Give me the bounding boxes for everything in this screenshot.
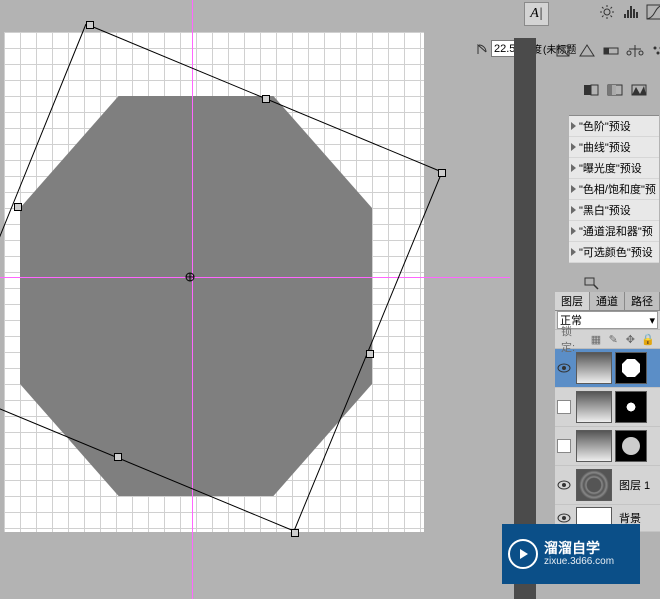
transform-handle[interactable] bbox=[366, 350, 374, 358]
tab-layers[interactable]: 图层 bbox=[555, 292, 590, 310]
lock-position-icon[interactable]: ✥ bbox=[625, 333, 636, 345]
disclosure-triangle-icon bbox=[571, 185, 576, 193]
dropdown-icon: ▾ bbox=[649, 314, 655, 327]
octagon-shape[interactable] bbox=[20, 96, 372, 496]
adjustment-icons-row3 bbox=[582, 82, 648, 98]
preset-label: "曝光度"预设 bbox=[579, 160, 642, 176]
threshold-icon[interactable] bbox=[630, 82, 648, 98]
play-icon bbox=[508, 539, 538, 569]
tab-paths[interactable]: 路径 bbox=[625, 292, 660, 310]
layer-mask-thumbnail[interactable] bbox=[615, 352, 647, 384]
visibility-checkbox[interactable] bbox=[557, 439, 571, 453]
eye-icon[interactable] bbox=[557, 363, 571, 373]
adjustment-icons-row2 bbox=[554, 43, 660, 59]
layers-panel: 图层 通道 路径 正常 ▾ 锁定: ▦ ✎ ✥ 🔒 bbox=[555, 292, 660, 532]
transform-handle[interactable] bbox=[262, 95, 270, 103]
watermark-url: zixue.3d66.com bbox=[544, 556, 614, 568]
preset-panel: "色阶"预设 "曲线"预设 "曝光度"预设 "色相/饱和度"预 "黑白"预设 "… bbox=[569, 115, 659, 263]
layer-mask-thumbnail[interactable] bbox=[615, 430, 647, 462]
layer-row[interactable] bbox=[555, 388, 660, 427]
lock-label: 锁定: bbox=[561, 323, 584, 355]
preset-curves[interactable]: "曲线"预设 bbox=[569, 137, 659, 158]
preset-hue[interactable]: "色相/饱和度"预 bbox=[569, 179, 659, 200]
layer-thumbnail[interactable] bbox=[576, 430, 612, 462]
lock-pixels-icon[interactable]: ✎ bbox=[608, 333, 619, 345]
preset-label: "通道混和器"预 bbox=[579, 223, 653, 239]
preset-channelmixer[interactable]: "通道混和器"预 bbox=[569, 221, 659, 242]
exposure-icon[interactable] bbox=[554, 43, 572, 59]
eye-icon[interactable] bbox=[557, 480, 571, 490]
horizontal-guide[interactable] bbox=[0, 277, 510, 278]
posterize-icon[interactable] bbox=[606, 82, 624, 98]
layer-row[interactable]: 图层 1 bbox=[555, 466, 660, 505]
disclosure-triangle-icon bbox=[571, 164, 576, 172]
transform-handle[interactable] bbox=[438, 169, 446, 177]
preset-bw[interactable]: "黑白"预设 bbox=[569, 200, 659, 221]
watermark: 溜溜自学 zixue.3d66.com bbox=[502, 524, 640, 584]
layer-thumbnail[interactable] bbox=[576, 352, 612, 384]
invert-icon[interactable] bbox=[582, 82, 600, 98]
disclosure-triangle-icon bbox=[571, 143, 576, 151]
lock-transparency-icon[interactable]: ▦ bbox=[590, 333, 601, 345]
preset-selectivecolor[interactable]: "可选颜色"预设 bbox=[569, 242, 659, 263]
transform-handle[interactable] bbox=[114, 453, 122, 461]
type-tool-icon: A| bbox=[530, 6, 542, 22]
transform-handle[interactable] bbox=[86, 21, 94, 29]
transform-handle[interactable] bbox=[14, 203, 22, 211]
disclosure-triangle-icon bbox=[571, 122, 576, 130]
vibrance-icon[interactable] bbox=[578, 43, 596, 59]
layer-row[interactable] bbox=[555, 427, 660, 466]
preset-exposure[interactable]: "曝光度"预设 bbox=[569, 158, 659, 179]
disclosure-triangle-icon bbox=[571, 227, 576, 235]
curves-icon[interactable] bbox=[646, 4, 660, 20]
eye-icon[interactable] bbox=[557, 513, 571, 523]
type-tool-button[interactable]: A| bbox=[524, 2, 549, 26]
vertical-guide[interactable] bbox=[192, 0, 193, 599]
preset-label: "可选颜色"预设 bbox=[579, 244, 653, 260]
transform-handle[interactable] bbox=[291, 529, 299, 537]
brightness-icon[interactable] bbox=[598, 4, 616, 20]
rotate-angle-icon bbox=[475, 41, 491, 57]
tab-channels[interactable]: 通道 bbox=[590, 292, 625, 310]
preset-label: "色阶"预设 bbox=[579, 118, 631, 134]
layer-thumbnail[interactable] bbox=[576, 469, 612, 501]
preset-label: "曲线"预设 bbox=[579, 139, 631, 155]
visibility-checkbox[interactable] bbox=[557, 400, 571, 414]
preset-label: "黑白"预设 bbox=[579, 202, 631, 218]
layer-thumbnail[interactable] bbox=[576, 391, 612, 423]
layer-mask-thumbnail[interactable] bbox=[615, 391, 647, 423]
halftone-icon[interactable] bbox=[650, 43, 660, 59]
gradient-map-icon[interactable] bbox=[602, 43, 620, 59]
layer-name[interactable]: 图层 1 bbox=[619, 477, 650, 493]
document-canvas[interactable] bbox=[4, 32, 424, 532]
layers-list: 图层 1 背景 bbox=[555, 349, 660, 532]
watermark-title: 溜溜自学 bbox=[544, 540, 614, 557]
adjustment-icons-row1 bbox=[598, 4, 660, 20]
disclosure-triangle-icon bbox=[571, 248, 576, 256]
preset-levels[interactable]: "色阶"预设 bbox=[569, 116, 659, 137]
zoom-indicator-icon[interactable] bbox=[582, 275, 600, 291]
lock-row: 锁定: ▦ ✎ ✥ 🔒 bbox=[555, 330, 660, 349]
preset-label: "色相/饱和度"预 bbox=[579, 181, 656, 197]
panel-dock-strip bbox=[514, 38, 536, 599]
disclosure-triangle-icon bbox=[571, 206, 576, 214]
layers-panel-tabs: 图层 通道 路径 bbox=[555, 292, 660, 311]
levels-icon[interactable] bbox=[622, 4, 640, 20]
balance-icon[interactable] bbox=[626, 43, 644, 59]
lock-all-icon[interactable]: 🔒 bbox=[642, 333, 654, 345]
